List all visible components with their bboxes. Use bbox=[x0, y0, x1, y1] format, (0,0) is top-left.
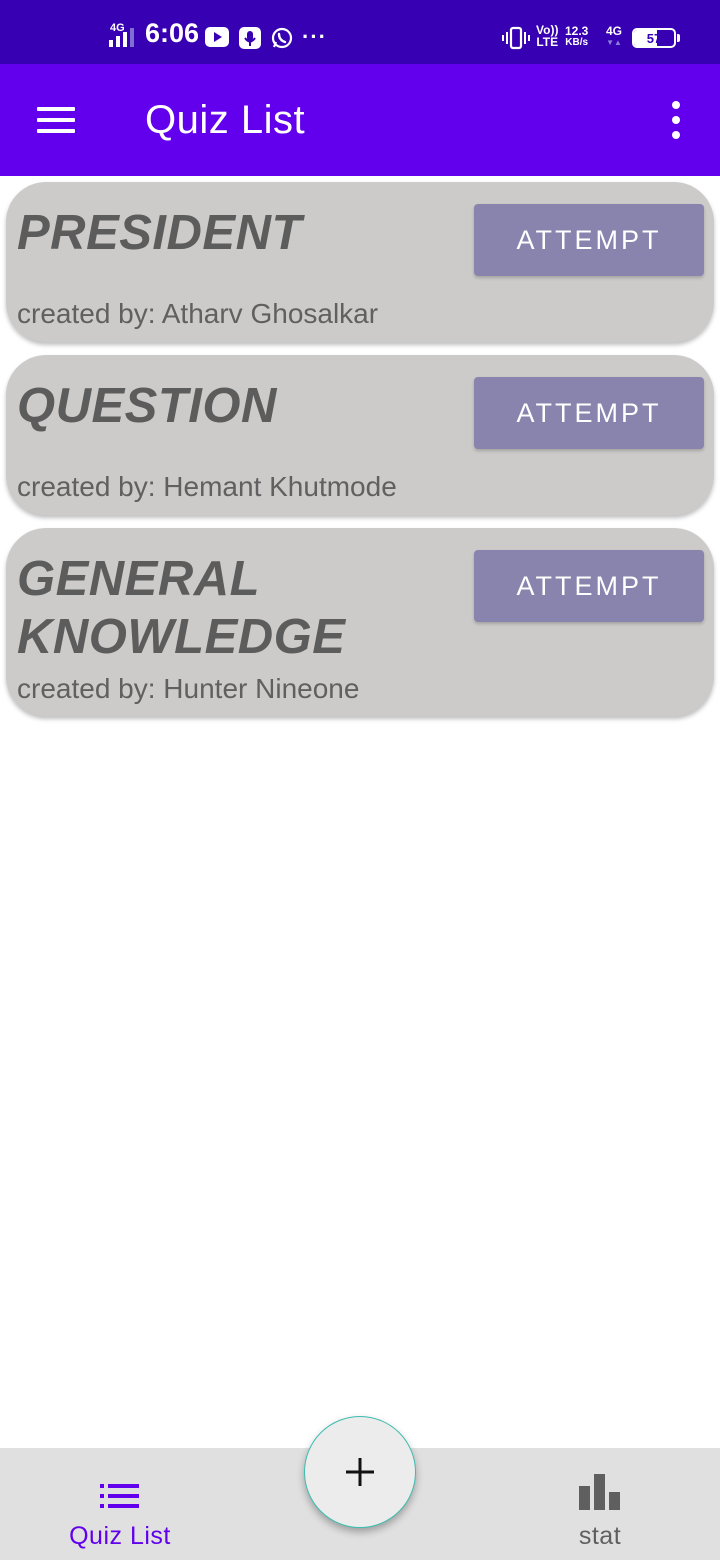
list-icon bbox=[100, 1476, 140, 1510]
nav-item-stat[interactable]: stat bbox=[520, 1448, 680, 1560]
quiz-creator: created by: Hunter Nineone bbox=[17, 673, 360, 704]
attempt-button[interactable]: ATTEMPT bbox=[474, 377, 704, 449]
quiz-title: GENERAL KNOWLEDGE bbox=[17, 552, 346, 664]
attempt-button[interactable]: ATTEMPT bbox=[474, 204, 704, 276]
quiz-title: QUESTION bbox=[17, 379, 277, 433]
voice-recorder-icon bbox=[239, 27, 261, 49]
battery-icon: 57 bbox=[632, 28, 680, 48]
youtube-icon bbox=[205, 27, 229, 47]
battery-level: 57 bbox=[646, 30, 662, 46]
vibrate-icon bbox=[502, 26, 530, 50]
whatsapp-icon bbox=[271, 27, 293, 49]
app-bar: Quiz List bbox=[0, 64, 720, 176]
plus-icon bbox=[346, 1458, 374, 1486]
navigation-menu-button[interactable] bbox=[22, 86, 90, 154]
signal-icon bbox=[106, 22, 138, 48]
quiz-title: PRESIDENT bbox=[17, 206, 302, 260]
quiz-card[interactable]: GENERAL KNOWLEDGE created by: Hunter Nin… bbox=[6, 528, 714, 716]
nav-item-quiz-list[interactable]: Quiz List bbox=[40, 1448, 200, 1560]
quiz-creator: created by: Atharv Ghosalkar bbox=[17, 298, 379, 329]
hamburger-menu-icon bbox=[37, 107, 75, 133]
quiz-creator: created by: Hemant Khutmode bbox=[17, 471, 397, 502]
attempt-button[interactable]: ATTEMPT bbox=[474, 550, 704, 622]
nav-label: Quiz List bbox=[69, 1522, 171, 1550]
quiz-card[interactable]: PRESIDENT created by: Atharv Ghosalkar A… bbox=[6, 182, 714, 342]
bar-chart-icon bbox=[579, 1474, 621, 1510]
clock: 6:06 bbox=[145, 18, 200, 48]
network-speed: 12.3 KB/s bbox=[565, 24, 589, 48]
overflow-menu-icon[interactable] bbox=[652, 88, 700, 152]
nav-label: stat bbox=[578, 1522, 622, 1550]
add-quiz-button[interactable] bbox=[304, 1416, 416, 1528]
network-type-right: 4G ▼▲ bbox=[606, 24, 623, 47]
volte-indicator: Vo)) LTE bbox=[536, 23, 559, 49]
page-title: Quiz List bbox=[145, 98, 306, 142]
status-bar: 4G 6:06 ··· Vo)) LTE 12.3 KB/s 4G ▼▲ 57 bbox=[0, 0, 720, 64]
quiz-card[interactable]: QUESTION created by: Hemant Khutmode ATT… bbox=[6, 355, 714, 515]
more-notifications: ··· bbox=[302, 24, 327, 49]
